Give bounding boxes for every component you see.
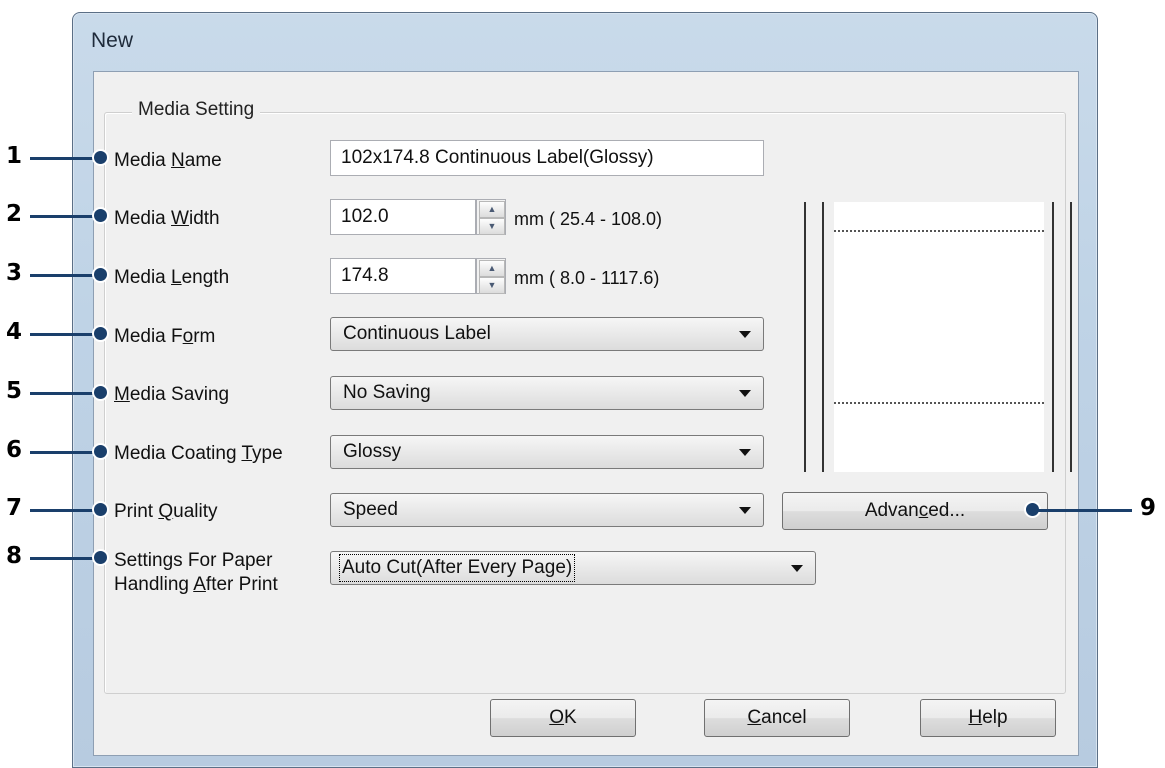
media-coating-type-select[interactable]: Glossy [330,435,764,469]
media-name-input[interactable]: 102x174.8 Continuous Label(Glossy) [330,140,764,176]
cancel-button[interactable]: Cancel [704,699,850,737]
callout-number-3: 3 [6,260,23,286]
callout-dot-6 [92,443,109,460]
preview-edge-line [1052,202,1054,472]
media-length-range: mm ( 8.0 - 1117.6) [514,268,660,288]
media-coating-type-value: Glossy [343,441,402,462]
ok-button[interactable]: OK [490,699,636,737]
spin-up-icon[interactable]: ▲ [479,201,505,218]
paper-handling-label: Settings For Paper Handling After Print [114,550,278,595]
media-width-input[interactable]: 102.0 [330,199,476,235]
spin-down-icon[interactable]: ▼ [479,218,505,235]
callout-number-6: 6 [6,437,23,463]
callout-line-3 [30,274,100,277]
print-quality-select[interactable]: Speed [330,493,764,527]
dropdown-arrow-icon [739,507,751,514]
media-width-label: Media Width [114,208,220,229]
callout-dot-4 [92,325,109,342]
callout-dot-3 [92,266,109,283]
media-length-label: Media Length [114,267,230,288]
preview-edge-line [1070,202,1072,472]
callout-line-4 [30,333,100,336]
group-label: Media Setting [132,99,261,121]
window-title: New [91,29,134,52]
media-name-label: Media Name [114,150,222,171]
media-form-value: Continuous Label [343,323,491,344]
callout-number-7: 7 [6,495,23,521]
callout-number-2: 2 [6,201,23,227]
spin-down-icon[interactable]: ▼ [479,277,505,294]
callout-line-8 [30,557,100,560]
preview-edge-line [804,202,806,472]
dialog-client-area: Media Setting Media Name 102x174.8 Conti… [93,71,1079,756]
print-quality-label: Print Quality [114,501,218,522]
callout-number-1: 1 [6,143,23,169]
media-form-select[interactable]: Continuous Label [330,317,764,351]
media-saving-value: No Saving [343,382,431,403]
media-coating-type-label: Media Coating Type [114,443,283,464]
dropdown-arrow-icon [739,449,751,456]
advanced-button[interactable]: Advanced... [782,492,1048,530]
callout-number-5: 5 [6,378,23,404]
media-length-spinner[interactable]: ▲ ▼ [476,258,506,294]
dropdown-arrow-icon [739,331,751,338]
print-quality-value: Speed [343,499,398,520]
callout-line-9 [1032,509,1132,512]
callout-dot-1 [92,149,109,166]
paper-handling-value: Auto Cut(After Every Page) [339,554,576,582]
callout-dot-5 [92,384,109,401]
callout-dot-7 [92,501,109,518]
callout-line-2 [30,215,100,218]
callout-dot-8 [92,549,109,566]
paper-handling-select[interactable]: Auto Cut(After Every Page) [330,551,816,585]
media-form-label: Media Form [114,326,216,347]
spin-up-icon[interactable]: ▲ [479,260,505,277]
callout-line-7 [30,509,100,512]
dropdown-arrow-icon [791,565,803,572]
callout-dot-2 [92,207,109,224]
preview-paper [834,202,1044,472]
callout-line-5 [30,392,100,395]
preview-edge-line [822,202,824,472]
callout-number-8: 8 [6,543,23,569]
preview-cut-line [834,402,1044,404]
media-saving-label: Media Saving [114,384,230,405]
media-length-input[interactable]: 174.8 [330,258,476,294]
media-width-range: mm ( 25.4 - 108.0) [514,209,663,229]
callout-line-6 [30,451,100,454]
callout-line-1 [30,157,100,160]
title-bar[interactable]: New [73,13,1097,73]
preview-cut-line [834,230,1044,232]
media-preview [804,202,1072,472]
dialog-window: New Media Setting Media Name 102x174.8 C… [72,12,1098,768]
callout-number-4: 4 [6,319,23,345]
dropdown-arrow-icon [739,390,751,397]
media-saving-select[interactable]: No Saving [330,376,764,410]
callout-number-9: 9 [1140,495,1157,521]
help-button[interactable]: Help [920,699,1056,737]
media-width-spinner[interactable]: ▲ ▼ [476,199,506,235]
